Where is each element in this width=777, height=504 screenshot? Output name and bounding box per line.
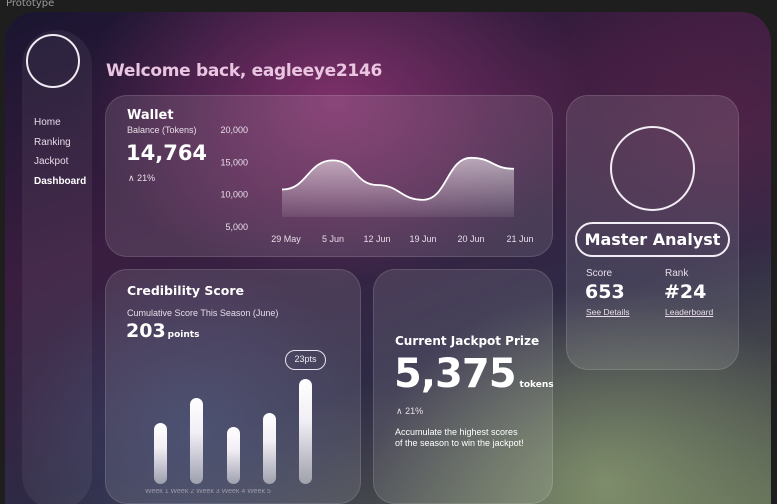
rank-label: Rank bbox=[665, 268, 689, 279]
x-tick-label: 12 Jun bbox=[363, 234, 390, 244]
score-bar[interactable] bbox=[263, 413, 276, 484]
jackpot-amount-value: 5,375 bbox=[394, 351, 517, 397]
score-bar[interactable] bbox=[154, 423, 167, 484]
jackpot-description: Accumulate the highest scores of the sea… bbox=[395, 427, 524, 449]
jackpot-description-line: Accumulate the highest scores bbox=[395, 427, 518, 437]
double-chevron-up-icon: ∧ bbox=[396, 406, 403, 416]
see-details-link[interactable]: See Details bbox=[586, 307, 629, 317]
leaderboard-link[interactable]: Leaderboard bbox=[665, 307, 713, 317]
x-tick-label: 19 Jun bbox=[409, 234, 436, 244]
y-tick-label: 20,000 bbox=[220, 125, 248, 135]
x-tick-label: 29 May bbox=[271, 234, 301, 244]
profile-avatar[interactable] bbox=[610, 126, 695, 211]
jackpot-change-value: 21% bbox=[405, 406, 424, 416]
bar-axis-labels: Week 1 Week 2 Week 3 Week 4 Week 5 bbox=[145, 489, 271, 495]
y-tick-label: 5,000 bbox=[225, 222, 248, 232]
score-bar[interactable] bbox=[227, 427, 240, 484]
score-bar[interactable] bbox=[299, 379, 312, 484]
jackpot-title: Current Jackpot Prize bbox=[395, 334, 540, 348]
score-value: 653 bbox=[585, 281, 625, 303]
x-tick-label: 20 Jun bbox=[457, 234, 484, 244]
credibility-score-unit: points bbox=[167, 330, 200, 340]
y-tick-label: 15,000 bbox=[220, 157, 248, 167]
rank-badge: Master Analyst bbox=[575, 222, 730, 257]
rank-value: #24 bbox=[664, 281, 707, 303]
credibility-score-value: 203 bbox=[126, 320, 166, 342]
jackpot-unit: tokens bbox=[519, 380, 554, 390]
credibility-score: 203 points bbox=[126, 320, 199, 342]
y-tick-label: 10,000 bbox=[220, 190, 248, 200]
jackpot-change: ∧ 21% bbox=[396, 406, 423, 417]
jackpot-amount: 5,375 tokens bbox=[394, 351, 554, 397]
score-bar[interactable] bbox=[190, 398, 203, 484]
score-label: Score bbox=[586, 268, 613, 279]
bar-tooltip: 23pts bbox=[285, 350, 326, 370]
jackpot-description-line: of the season to win the jackpot! bbox=[395, 438, 524, 448]
credibility-subtitle: Cumulative Score This Season (June) bbox=[127, 308, 279, 318]
credibility-title: Credibility Score bbox=[127, 283, 244, 298]
x-tick-label: 21 Jun bbox=[506, 234, 533, 244]
x-tick-label: 5 Jun bbox=[322, 234, 344, 244]
